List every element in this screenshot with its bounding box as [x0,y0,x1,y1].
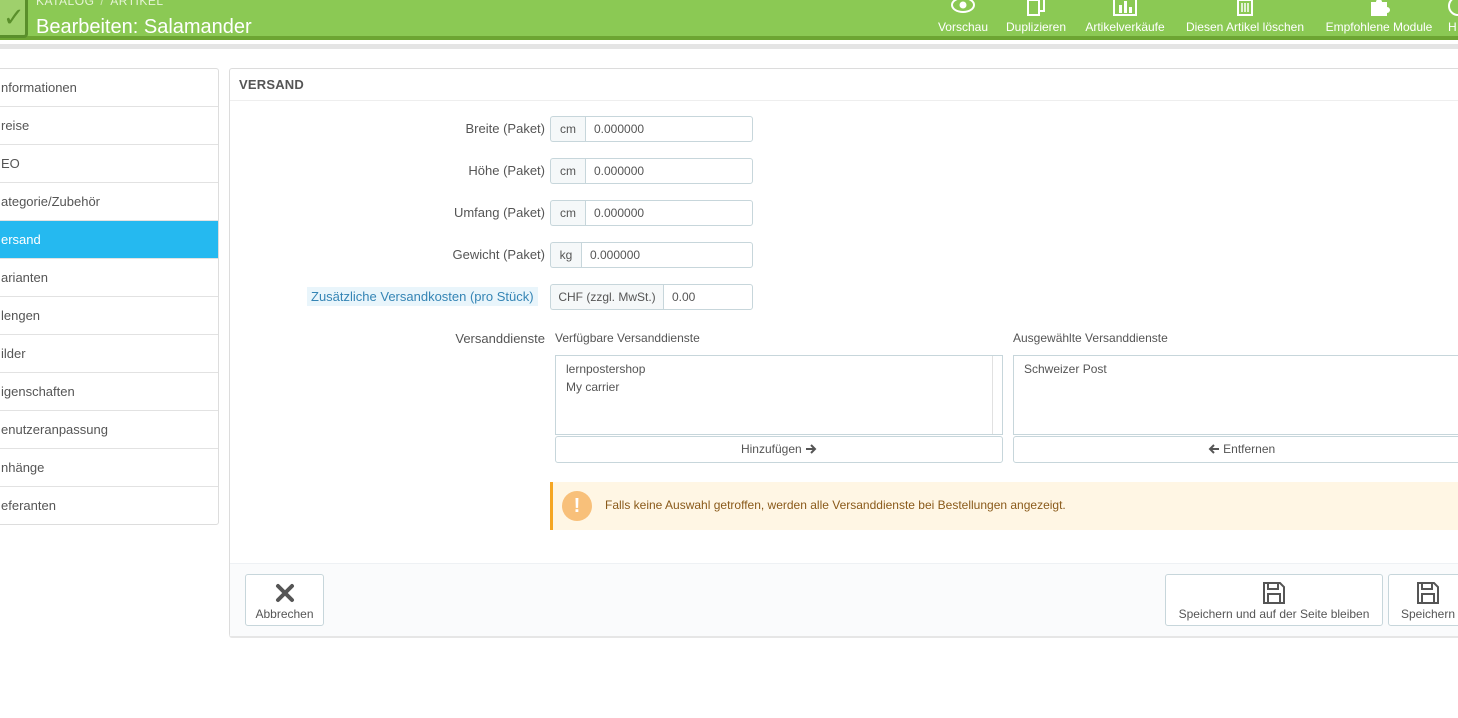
breadcrumb-item-article[interactable]: ARTIKEL [110,0,163,8]
available-carriers-title: Verfügbare Versanddienste [555,331,700,345]
duplicate-label: Duplizieren [1005,20,1067,34]
carrier-option[interactable]: lernpostershop [566,360,992,378]
save-and-stay-button[interactable]: Speichern und auf der Seite bleiben [1165,574,1383,626]
tab-prices[interactable]: reise [0,107,218,145]
close-icon [275,584,294,602]
header-shadow [0,44,1458,49]
page-title: Bearbeiten: Salamander [36,16,252,38]
save-icon [1417,582,1439,604]
delete-product-button[interactable]: Diesen Artikel löschen [1178,0,1312,40]
help-button[interactable]: H [1448,0,1458,40]
delete-product-label: Diesen Artikel löschen [1185,20,1305,34]
recommended-modules-button[interactable]: Empfohlene Module [1318,0,1440,40]
carriers-warning-alert: ! Falls keine Auswahl getroffen, werden … [550,482,1458,530]
breadcrumb: KATALOG / ARTIKEL [36,0,164,8]
selected-carriers-title: Ausgewählte Versanddienste [1013,331,1168,345]
add-carrier-label: Hinzufügen [740,442,802,456]
shipping-panel: VERSAND Breite (Paket) cm 0.000000 Höhe … [229,68,1458,636]
depth-unit: cm [550,200,585,226]
remove-carrier-label: Entfernen [1223,442,1276,456]
warning-icon: ! [562,491,592,521]
scrollbar[interactable] [992,356,1002,434]
cancel-button[interactable]: Abbrechen [245,574,324,626]
tab-seo[interactable]: EO [0,145,218,183]
tab-attachments[interactable]: nhänge [0,449,218,487]
bar-chart-icon [1113,0,1137,16]
width-input[interactable]: 0.000000 [585,116,753,142]
arrow-left-icon [1208,444,1219,454]
additional-shipping-cost-label[interactable]: Zusätzliche Versandkosten (pro Stück) [307,287,538,306]
save-icon [1263,582,1285,604]
tab-quantities[interactable]: lengen [0,297,218,335]
weight-input[interactable]: 0.000000 [581,242,753,268]
product-sales-button[interactable]: Artikelverkäufe [1080,0,1170,40]
cancel-label: Abbrechen [255,607,314,621]
tab-images[interactable]: ilder [0,335,218,373]
width-label: Breite (Paket) [465,121,545,136]
width-unit: cm [550,116,585,142]
weight-label: Gewicht (Paket) [452,247,545,262]
save-label: Speichern [1400,607,1456,621]
recommended-modules-label: Empfohlene Module [1325,20,1433,34]
eye-icon [951,0,975,13]
carriers-label: Versanddienste [455,331,545,346]
trash-icon [1237,0,1253,16]
breadcrumb-separator: / [100,0,105,8]
depth-input[interactable]: 0.000000 [585,200,753,226]
save-and-stay-label: Speichern und auf der Seite bleiben [1178,607,1370,621]
top-header-bar: ✓ KATALOG / ARTIKEL Bearbeiten: Salamander… [0,0,1458,40]
tab-shipping[interactable]: ersand [0,221,218,259]
help-icon [1448,0,1458,16]
duplicate-button[interactable]: Duplizieren [1000,0,1072,40]
alert-text: Falls keine Auswahl getroffen, werden al… [605,498,1066,512]
puzzle-icon [1371,0,1390,16]
panel-footer: Abbrechen Speichern und auf der Seite bl… [230,563,1458,636]
depth-label: Umfang (Paket) [453,205,545,220]
panel-heading: VERSAND [230,69,1458,101]
logo[interactable]: ✓ [0,0,28,38]
tab-features[interactable]: igenschaften [0,373,218,411]
carrier-option[interactable]: My carrier [566,378,992,396]
tab-associations[interactable]: ategorie/Zubehör [0,183,218,221]
tab-combinations[interactable]: arianten [0,259,218,297]
height-label: Höhe (Paket) [468,163,545,178]
arrow-right-icon [806,444,817,454]
remove-carrier-button[interactable]: Entfernen [1013,436,1458,463]
add-carrier-button[interactable]: Hinzufügen [555,436,1003,463]
product-tabs-sidebar: nformationen reise EO ategorie/Zubehör e… [0,68,219,525]
preview-button[interactable]: Vorschau [930,0,996,40]
breadcrumb-item-catalog[interactable]: KATALOG [36,0,94,8]
height-input[interactable]: 0.000000 [585,158,753,184]
carrier-option[interactable]: Schweizer Post [1024,360,1458,378]
height-unit: cm [550,158,585,184]
currency-unit: CHF (zzgl. MwSt.) [550,284,663,310]
tab-customization[interactable]: enutzeranpassung [0,411,218,449]
tab-information[interactable]: nformationen [0,69,218,107]
preview-label: Vorschau [937,20,989,34]
save-button[interactable]: Speichern [1388,574,1458,626]
copy-icon [1027,0,1045,16]
help-label: H [1448,20,1457,34]
selected-carriers-list[interactable]: Schweizer Post [1013,355,1458,435]
product-sales-label: Artikelverkäufe [1085,20,1165,34]
weight-unit: kg [550,242,581,268]
additional-shipping-cost-input[interactable]: 0.00 [663,284,753,310]
available-carriers-list[interactable]: lernpostershop My carrier [555,355,1003,435]
tab-suppliers[interactable]: eferanten [0,487,218,524]
